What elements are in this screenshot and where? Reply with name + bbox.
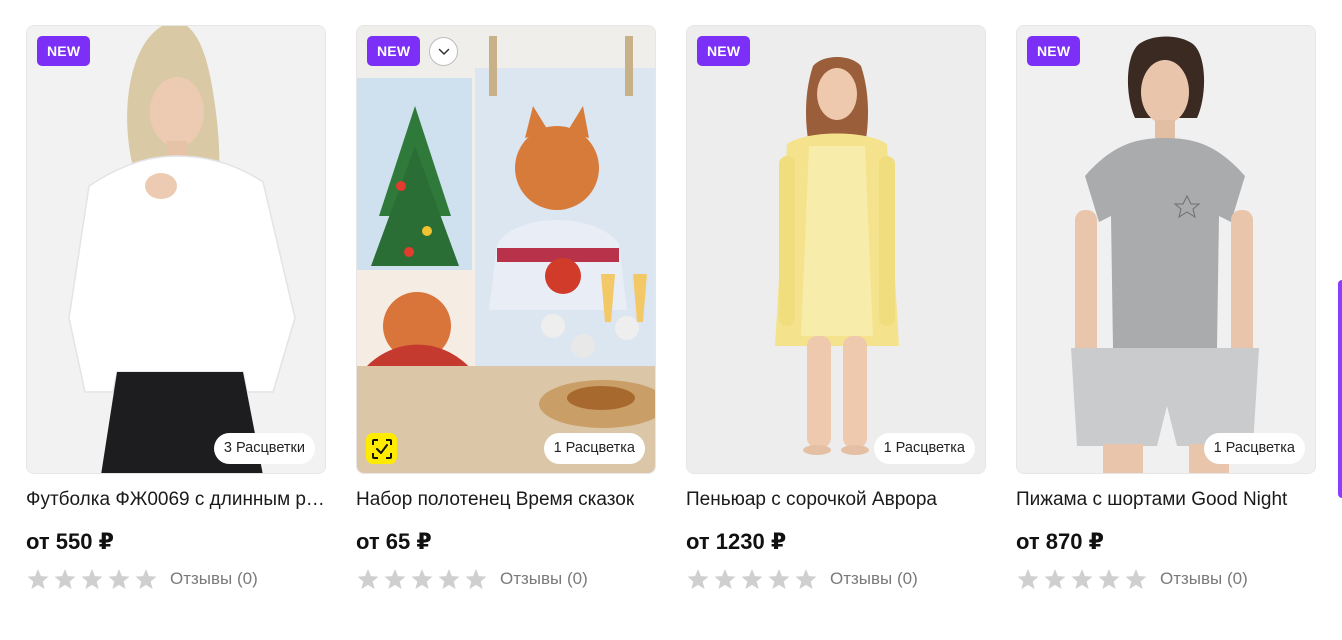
rating-stars[interactable] [26, 568, 158, 591]
star-icon[interactable] [1097, 568, 1121, 591]
colors-count-pill[interactable]: 1 Расцветка [543, 433, 645, 464]
star-icon[interactable] [80, 568, 104, 591]
new-badge: NEW [37, 36, 91, 66]
product-image [687, 26, 985, 473]
product-photo[interactable]: NEW 3 Расцветки [26, 25, 326, 474]
colors-count-pill[interactable]: 1 Расцветка [1203, 433, 1305, 464]
star-icon[interactable] [383, 568, 407, 591]
star-icon[interactable] [134, 568, 158, 591]
product-image [1017, 26, 1315, 473]
product-rating: Отзывы (0) [1016, 567, 1248, 591]
rating-stars[interactable] [1016, 568, 1148, 591]
star-icon[interactable] [1043, 568, 1067, 591]
star-icon[interactable] [1016, 568, 1040, 591]
chevron-down-icon [438, 48, 449, 55]
star-icon[interactable] [713, 568, 737, 591]
star-icon[interactable] [686, 568, 710, 591]
rating-stars[interactable] [686, 568, 818, 591]
star-icon[interactable] [410, 568, 434, 591]
product-photo[interactable]: NEW 1 Расцветка [1016, 25, 1316, 474]
star-icon[interactable] [53, 568, 77, 591]
star-icon[interactable] [1124, 568, 1148, 591]
product-price: от 870 ₽ [1016, 529, 1104, 554]
product-card[interactable]: NEW 1 Расцветка Пеньюар с сорочкой Аврор… [686, 25, 986, 605]
star-icon[interactable] [26, 568, 50, 591]
virtual-try-on-icon [371, 438, 392, 459]
reviews-link[interactable]: Отзывы (0) [830, 569, 918, 589]
new-badge: NEW [697, 36, 751, 66]
side-panel-edge[interactable] [1338, 280, 1342, 498]
product-price: от 1230 ₽ [686, 529, 787, 554]
product-grid: NEW 3 Расцветки Футболка ФЖ0069 с длинны… [26, 25, 1316, 605]
product-card[interactable]: NEW 3 Расцветки Футболка ФЖ0069 с длинны… [26, 25, 326, 605]
star-icon[interactable] [107, 568, 131, 591]
rating-stars[interactable] [356, 568, 488, 591]
reviews-link[interactable]: Отзывы (0) [170, 569, 258, 589]
star-icon[interactable] [437, 568, 461, 591]
colors-count-pill[interactable]: 3 Расцветки [213, 433, 315, 464]
product-image [27, 26, 325, 473]
star-icon[interactable] [740, 568, 764, 591]
product-rating: Отзывы (0) [686, 567, 918, 591]
product-title[interactable]: Набор полотенец Время сказок [356, 489, 656, 511]
product-title[interactable]: Пижама с шортами Good Night [1016, 489, 1316, 511]
product-photo[interactable]: NEW 1 Расцветка [356, 25, 656, 474]
product-rating: Отзывы (0) [26, 567, 258, 591]
new-badge: NEW [1027, 36, 1081, 66]
star-icon[interactable] [356, 568, 380, 591]
star-icon[interactable] [1070, 568, 1094, 591]
reviews-link[interactable]: Отзывы (0) [500, 569, 588, 589]
product-price: от 550 ₽ [26, 529, 114, 554]
product-title[interactable]: Пеньюар с сорочкой Аврора [686, 489, 986, 511]
star-icon[interactable] [464, 568, 488, 591]
reviews-link[interactable]: Отзывы (0) [1160, 569, 1248, 589]
colors-count-pill[interactable]: 1 Расцветка [873, 433, 975, 464]
product-title[interactable]: Футболка ФЖ0069 с длинным рукавом [26, 489, 326, 511]
product-rating: Отзывы (0) [356, 567, 588, 591]
star-icon[interactable] [794, 568, 818, 591]
virtual-try-on-button[interactable] [366, 433, 397, 464]
product-price: от 65 ₽ [356, 529, 432, 554]
product-image [357, 26, 655, 473]
expand-button[interactable] [429, 37, 458, 66]
product-card[interactable]: NEW 1 Расцветка Пижама с шортами Good Ni… [1016, 25, 1316, 605]
star-icon[interactable] [767, 568, 791, 591]
new-badge: NEW [367, 36, 421, 66]
product-card[interactable]: NEW 1 Расцветка Набор полотенец Время ск… [356, 25, 656, 605]
product-photo[interactable]: NEW 1 Расцветка [686, 25, 986, 474]
